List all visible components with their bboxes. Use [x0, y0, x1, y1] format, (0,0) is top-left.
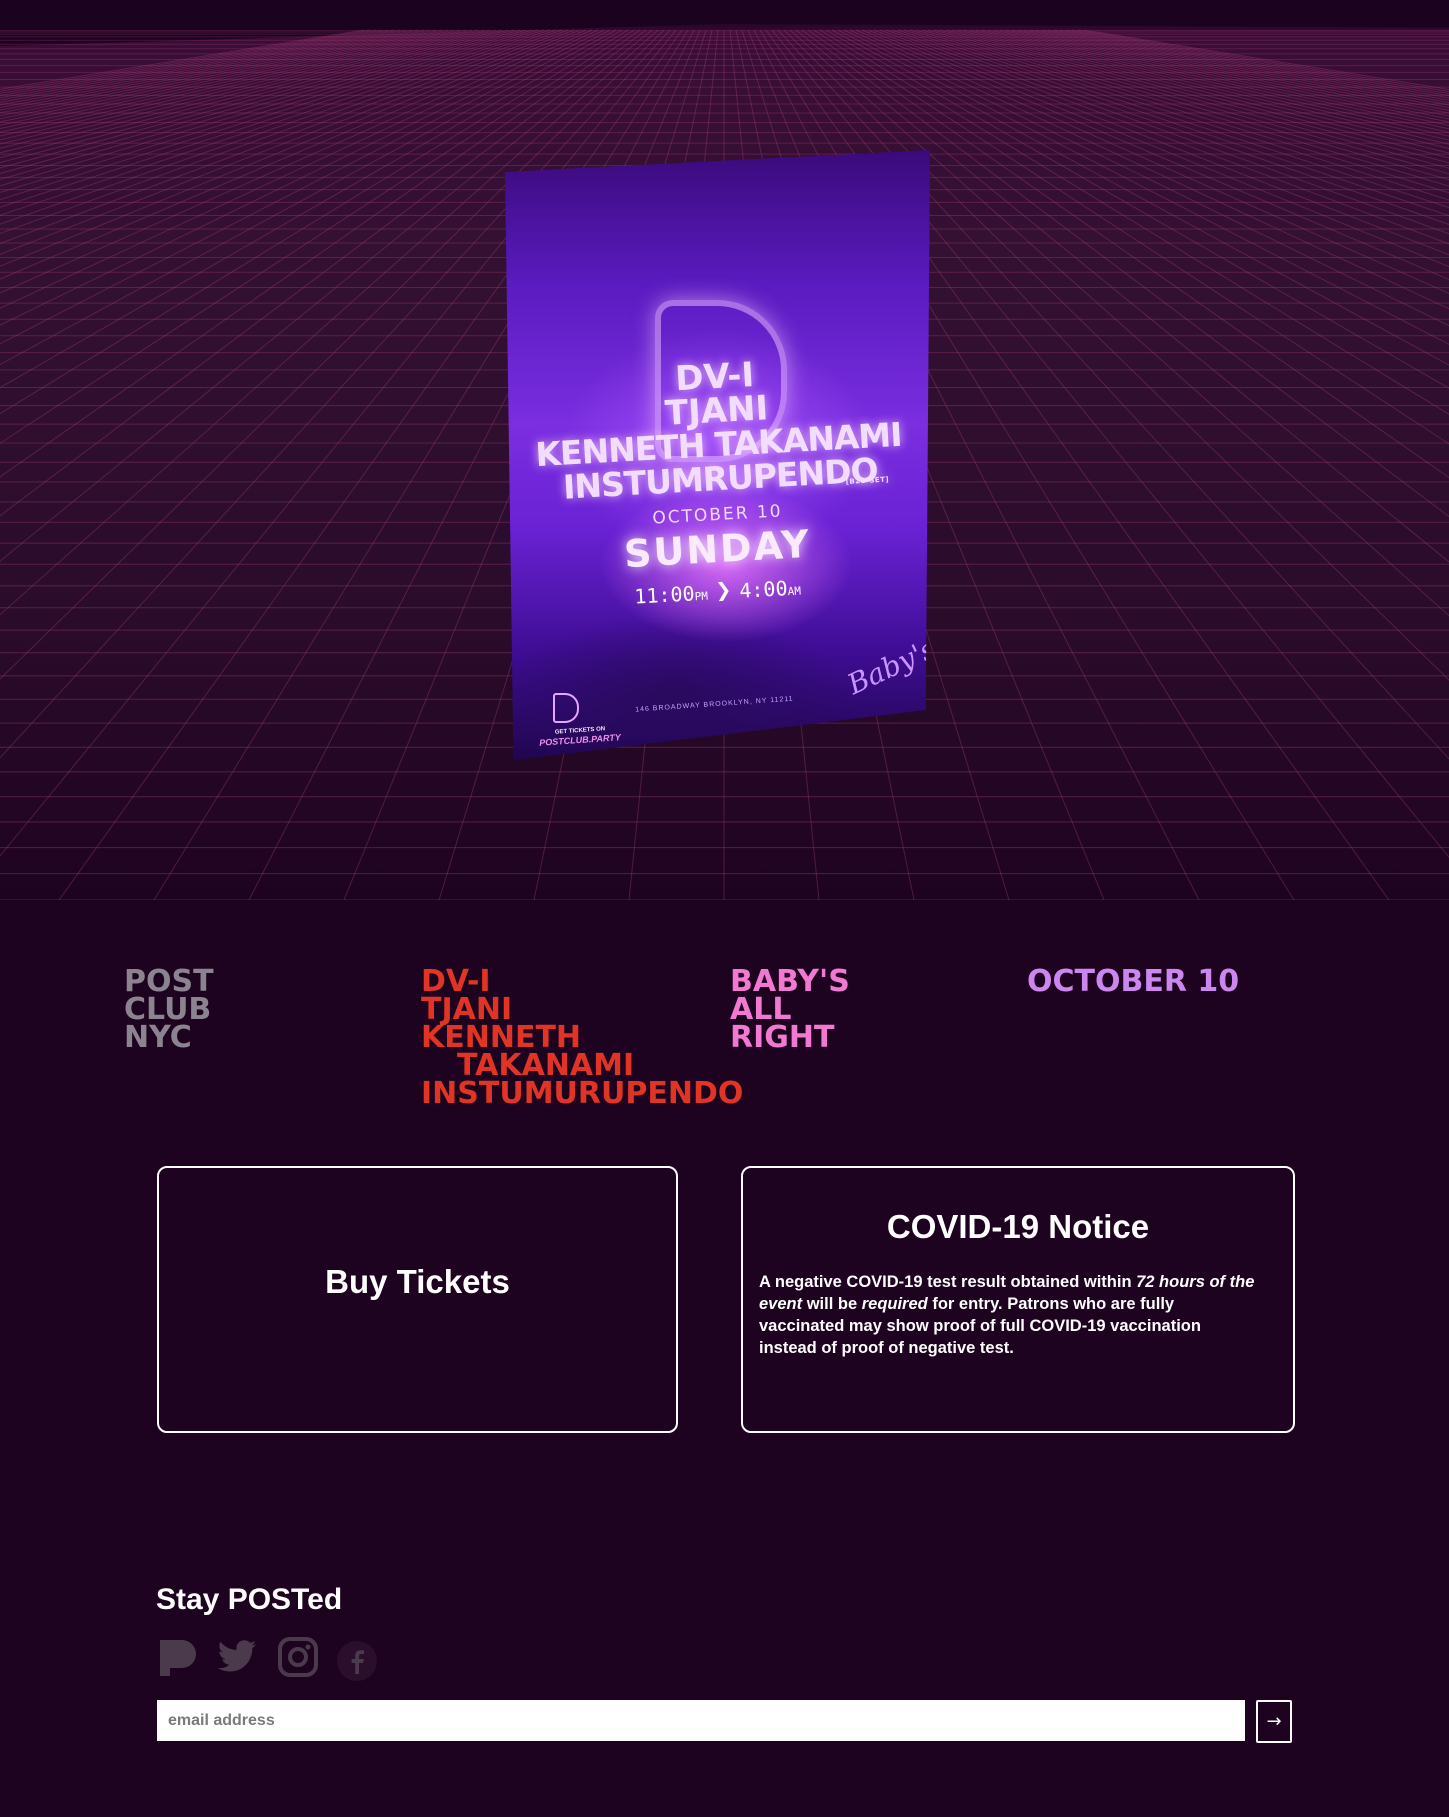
grid-line: [0, 29, 587, 280]
date-line: OCTOBER 10: [1027, 964, 1240, 999]
newsletter-title: Stay POSTed: [156, 1583, 343, 1616]
grid-line: [0, 29, 425, 114]
artist-list: DV-I TJANI KENNETH TAKANAMI INSTUMURUPEN…: [421, 967, 744, 1111]
grid-line: [855, 29, 1449, 295]
grid-line: [0, 29, 383, 97]
poster-b2b-note: [B2B SET]: [845, 475, 890, 486]
grid-line: [0, 29, 551, 216]
grid-line: [843, 29, 1449, 327]
grid-line: [0, 29, 401, 103]
grid-line: [1077, 29, 1449, 92]
grid-line: [945, 29, 1449, 164]
twitter-icon[interactable]: [216, 1636, 258, 1680]
grid-line: [0, 29, 413, 108]
buy-tickets-label: Buy Tickets: [325, 1263, 510, 1300]
venue-name: BABY'S ALL RIGHT: [730, 967, 850, 1055]
event-info-row: POST CLUB NYC DV-I TJANI KENNETH TAKANAM…: [0, 964, 1449, 1118]
grid-line: [0, 29, 527, 187]
grid-line: [0, 29, 533, 194]
poster-end-time: 4:00: [738, 576, 789, 603]
poster-start-suffix: PM: [694, 589, 709, 604]
postclub-logo-icon: [553, 693, 579, 723]
grid-line: [0, 29, 461, 133]
grid-line: [1029, 29, 1449, 111]
grid-line: [1059, 29, 1449, 99]
grid-line: [909, 29, 1449, 201]
covid-text: A negative COVID-19 test result obtained…: [759, 1273, 1137, 1291]
grid-line: [0, 29, 593, 294]
poster-arrow-icon: ❯: [714, 575, 733, 607]
grid-line: [0, 29, 491, 154]
brand-name: POST CLUB NYC: [124, 967, 214, 1055]
poster-venue-script: Baby's: [842, 631, 941, 702]
grid-line: [915, 29, 1449, 194]
hero-scene: DV-I TJANI KENNETH TAKANAMI INSTUMRUPEND…: [0, 0, 1449, 900]
grid-line: [903, 29, 1449, 209]
grid-line: [957, 29, 1449, 154]
grid-line: [0, 29, 389, 99]
grid-line: [933, 29, 1449, 175]
grid-line: [1065, 29, 1449, 97]
facebook-icon[interactable]: [336, 1636, 378, 1681]
event-poster: DV-I TJANI KENNETH TAKANAMI INSTUMRUPEND…: [505, 150, 930, 760]
email-field[interactable]: [157, 1700, 1245, 1741]
grid-line: [0, 29, 371, 92]
grid-line: [1047, 29, 1449, 104]
grid-line: [885, 29, 1449, 235]
poster-surface: DV-I TJANI KENNETH TAKANAMI INSTUMRUPEND…: [505, 150, 930, 760]
grid-line: [0, 29, 503, 164]
grid-line: [0, 29, 467, 137]
artist-name: INSTUMURUPENDO: [421, 1076, 744, 1111]
covid-emphasis: required: [861, 1295, 928, 1313]
covid-notice-title: COVID-19 Notice: [886, 1208, 1150, 1245]
poster-lineup: DV-I TJANI KENNETH TAKANAMI INSTUMRUPEND…: [505, 348, 930, 508]
grid-line: [1023, 29, 1449, 114]
grid-line: [1035, 29, 1449, 109]
grid-line: [1017, 29, 1449, 117]
grid-line: [0, 29, 515, 175]
buy-tickets-button[interactable]: Buy Tickets: [157, 1166, 678, 1433]
covid-notice-text: A negative COVID-19 test result obtained…: [759, 1271, 1259, 1359]
poster-start-time: 11:00: [633, 581, 696, 609]
event-date: OCTOBER 10: [1027, 964, 1240, 999]
covid-text: will be: [802, 1295, 862, 1313]
poster-end-suffix: AM: [787, 584, 802, 599]
grid-line: [975, 29, 1449, 141]
grid-line: [1053, 29, 1449, 101]
grid-line: [0, 29, 497, 159]
brand-line: NYC: [124, 1020, 192, 1055]
grid-line: [897, 29, 1449, 217]
poster-address: 146 BROADWAY BROOKLYN, NY 11211: [634, 695, 794, 714]
grid-line: [0, 29, 485, 149]
grid-line: [0, 29, 545, 208]
venue-line: RIGHT: [730, 1020, 835, 1055]
postclub-icon[interactable]: [156, 1636, 198, 1680]
grid-line: [921, 29, 1449, 187]
covid-notice-card: COVID-19 Notice A negative COVID-19 test…: [741, 1166, 1295, 1433]
grid-line: [0, 29, 509, 169]
grid-line: [0, 29, 395, 101]
instagram-icon[interactable]: [277, 1636, 319, 1680]
subscribe-submit-button[interactable]: →: [1256, 1700, 1292, 1743]
grid-line: [939, 29, 1449, 169]
